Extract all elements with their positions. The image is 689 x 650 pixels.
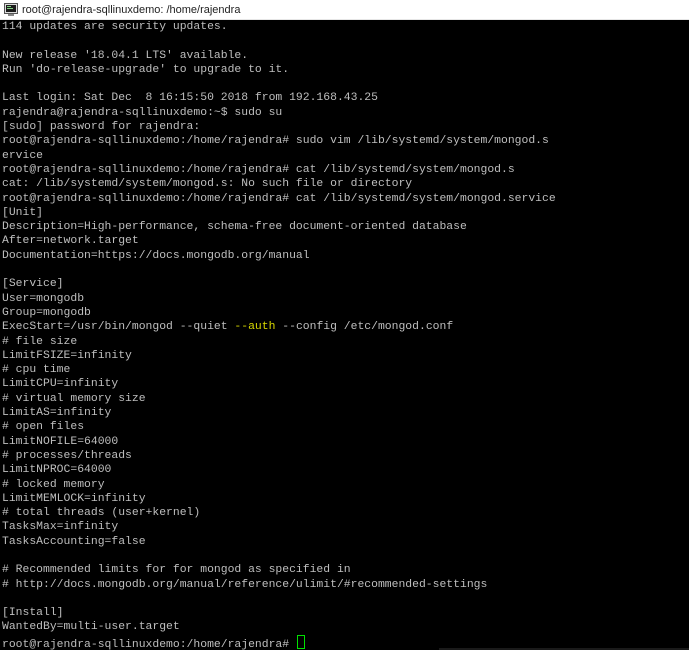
terminal-text: WantedBy=multi-user.target bbox=[2, 621, 180, 634]
terminal-line: LimitNPROC=64000 bbox=[2, 463, 689, 477]
terminal-line: cat: /lib/systemd/system/mongod.s: No su… bbox=[2, 177, 689, 191]
terminal-text: TasksMax=infinity bbox=[2, 521, 119, 534]
terminal-line: LimitNOFILE=64000 bbox=[2, 435, 689, 449]
terminal-text: [Install] bbox=[2, 607, 64, 620]
highlighted-auth-flag: --auth bbox=[234, 321, 276, 334]
terminal-line: # file size bbox=[2, 335, 689, 349]
terminal-text: LimitFSIZE=infinity bbox=[2, 349, 132, 362]
putty-terminal-icon bbox=[4, 3, 18, 16]
terminal-text: # virtual memory size bbox=[2, 392, 146, 405]
title-bar[interactable]: root@rajendra-sqllinuxdemo: /home/rajend… bbox=[0, 0, 689, 20]
terminal-line: ExecStart=/usr/bin/mongod --quiet --auth… bbox=[2, 320, 689, 334]
terminal-text: # open files bbox=[2, 421, 85, 434]
terminal-text: # http://docs.mongodb.org/manual/referen… bbox=[2, 578, 488, 591]
terminal-line: Group=mongodb bbox=[2, 306, 689, 320]
terminal-text: LimitNPROC=64000 bbox=[2, 464, 112, 477]
terminal-text: root@rajendra-sqllinuxdemo:/home/rajendr… bbox=[2, 163, 515, 176]
terminal-line: [Service] bbox=[2, 277, 689, 291]
terminal-line: Last login: Sat Dec 8 16:15:50 2018 from… bbox=[2, 91, 689, 105]
terminal-line: # total threads (user+kernel) bbox=[2, 506, 689, 520]
terminal-line: LimitCPU=infinity bbox=[2, 377, 689, 391]
terminal-line: # open files bbox=[2, 420, 689, 434]
terminal-text: # Recommended limits for for mongod as s… bbox=[2, 564, 351, 577]
terminal-text: --config /etc/mongod.conf bbox=[275, 321, 454, 334]
terminal-window: root@rajendra-sqllinuxdemo: /home/rajend… bbox=[0, 0, 689, 650]
terminal-line: Description=High-performance, schema-fre… bbox=[2, 220, 689, 234]
terminal-text: LimitMEMLOCK=infinity bbox=[2, 492, 146, 505]
terminal-line: [sudo] password for rajendra: bbox=[2, 120, 689, 134]
terminal-line: root@rajendra-sqllinuxdemo:/home/rajendr… bbox=[2, 163, 689, 177]
terminal-line: root@rajendra-sqllinuxdemo:/home/rajendr… bbox=[2, 634, 689, 650]
terminal-line: LimitAS=infinity bbox=[2, 406, 689, 420]
terminal-text: rajendra@rajendra-sqllinuxdemo:~$ sudo s… bbox=[2, 106, 283, 119]
terminal-text: # total threads (user+kernel) bbox=[2, 507, 201, 520]
terminal-line: WantedBy=multi-user.target bbox=[2, 620, 689, 634]
terminal-text: ExecStart=/usr/bin/mongod --quiet bbox=[2, 321, 235, 334]
terminal-text: [Unit] bbox=[2, 206, 44, 219]
terminal-line: # http://docs.mongodb.org/manual/referen… bbox=[2, 578, 689, 592]
terminal-line: # virtual memory size bbox=[2, 392, 689, 406]
terminal-line: root@rajendra-sqllinuxdemo:/home/rajendr… bbox=[2, 134, 689, 148]
terminal-text: cat: /lib/systemd/system/mongod.s: No su… bbox=[2, 178, 413, 191]
terminal-text: Group=mongodb bbox=[2, 306, 91, 319]
terminal-text: Run 'do-release-upgrade' to upgrade to i… bbox=[2, 63, 290, 76]
terminal-line: root@rajendra-sqllinuxdemo:/home/rajendr… bbox=[2, 192, 689, 206]
terminal-text: # file size bbox=[2, 335, 78, 348]
terminal-text: # processes/threads bbox=[2, 449, 132, 462]
terminal-text: [Service] bbox=[2, 278, 64, 291]
terminal-text: LimitNOFILE=64000 bbox=[2, 435, 119, 448]
terminal-text: root@rajendra-sqllinuxdemo:/home/rajendr… bbox=[2, 638, 296, 650]
terminal-line: # processes/threads bbox=[2, 449, 689, 463]
terminal-text: ervice bbox=[2, 149, 44, 162]
terminal-line: # locked memory bbox=[2, 478, 689, 492]
terminal-line: [Unit] bbox=[2, 206, 689, 220]
terminal-cursor[interactable] bbox=[296, 634, 305, 649]
terminal-text: [sudo] password for rajendra: bbox=[2, 121, 201, 134]
terminal-line: ervice bbox=[2, 149, 689, 163]
terminal-line: After=network.target bbox=[2, 234, 689, 248]
terminal-line: # Recommended limits for for mongod as s… bbox=[2, 563, 689, 577]
terminal-text: # locked memory bbox=[2, 478, 105, 491]
terminal-line: TasksAccounting=false bbox=[2, 535, 689, 549]
terminal-text: TasksAccounting=false bbox=[2, 535, 146, 548]
terminal-line: LimitFSIZE=infinity bbox=[2, 349, 689, 363]
terminal-line: 114 updates are security updates. bbox=[2, 20, 689, 34]
terminal-line: # cpu time bbox=[2, 363, 689, 377]
terminal-text: New release '18.04.1 LTS' available. bbox=[2, 49, 249, 62]
terminal-text: root@rajendra-sqllinuxdemo:/home/rajendr… bbox=[2, 192, 556, 205]
terminal-line: Run 'do-release-upgrade' to upgrade to i… bbox=[2, 63, 689, 77]
terminal-text: LimitAS=infinity bbox=[2, 407, 112, 420]
terminal-line: LimitMEMLOCK=infinity bbox=[2, 492, 689, 506]
window-title: root@rajendra-sqllinuxdemo: /home/rajend… bbox=[22, 4, 241, 16]
terminal-text: LimitCPU=infinity bbox=[2, 378, 119, 391]
terminal-text: 114 updates are security updates. bbox=[2, 21, 228, 33]
terminal-text: Description=High-performance, schema-fre… bbox=[2, 221, 467, 234]
terminal-text: User=mongodb bbox=[2, 292, 85, 305]
terminal-text: Last login: Sat Dec 8 16:15:50 2018 from… bbox=[2, 92, 378, 105]
terminal-text: # cpu time bbox=[2, 364, 71, 377]
terminal-output[interactable]: 114 updates are security updates. New rel… bbox=[0, 20, 689, 650]
terminal-line: [Install] bbox=[2, 606, 689, 620]
terminal-line: TasksMax=infinity bbox=[2, 520, 689, 534]
terminal-line: Documentation=https://docs.mongodb.org/m… bbox=[2, 249, 689, 263]
terminal-line: New release '18.04.1 LTS' available. bbox=[2, 49, 689, 63]
terminal-text: After=network.target bbox=[2, 235, 139, 248]
terminal-line: rajendra@rajendra-sqllinuxdemo:~$ sudo s… bbox=[2, 106, 689, 120]
terminal-line: User=mongodb bbox=[2, 292, 689, 306]
terminal-text: Documentation=https://docs.mongodb.org/m… bbox=[2, 249, 310, 262]
terminal-text: root@rajendra-sqllinuxdemo:/home/rajendr… bbox=[2, 135, 549, 148]
